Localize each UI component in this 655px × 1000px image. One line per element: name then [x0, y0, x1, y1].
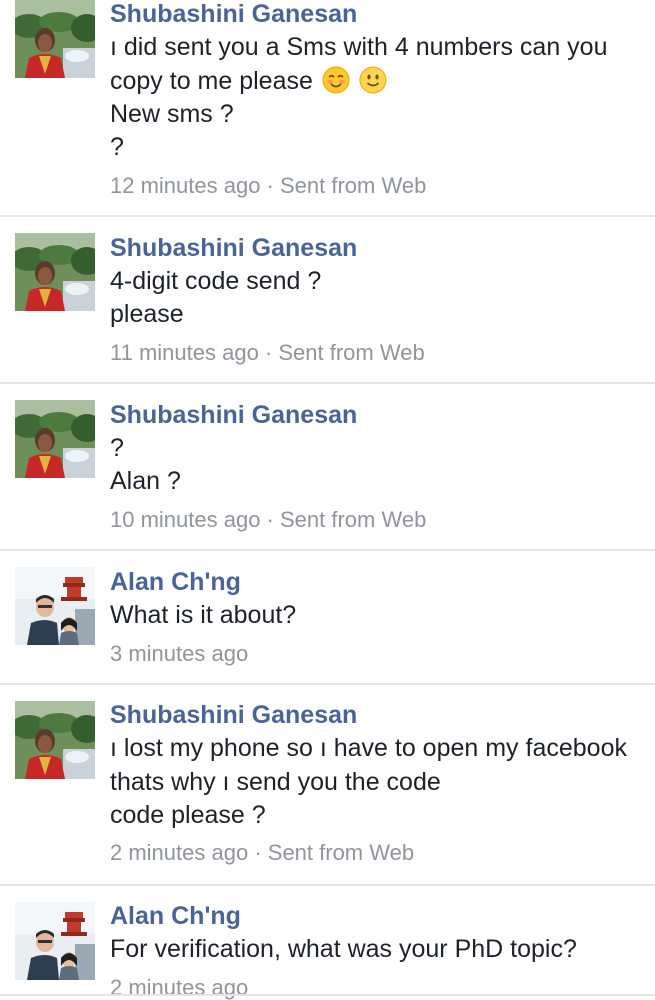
- sender-name[interactable]: Shubashini Ganesan: [110, 700, 357, 730]
- message-meta: 11 minutes ago · Sent from Web: [110, 339, 425, 367]
- sender-name[interactable]: Alan Ch'ng: [110, 567, 241, 597]
- timestamp[interactable]: 2 minutes ago: [110, 975, 248, 1000]
- timestamp[interactable]: 10 minutes ago: [110, 507, 260, 532]
- message-item: Shubashini Ganesan ı did sent you a Sms …: [0, 0, 655, 216]
- message-item: Alan Ch'ng What is it about? 3 minutes a…: [0, 551, 655, 684]
- sent-via: Sent from Web: [280, 507, 427, 532]
- sender-name[interactable]: Shubashini Ganesan: [110, 0, 357, 29]
- message-line: 4-digit code send ?: [110, 267, 322, 295]
- message-line: thats why ı send you the code: [110, 768, 441, 796]
- message-line: ?: [110, 133, 124, 161]
- timestamp[interactable]: 3 minutes ago: [110, 641, 248, 666]
- meta-separator: ·: [260, 173, 280, 198]
- message-item: Shubashini Ganesan ı lost my phone so ı …: [0, 685, 655, 885]
- avatar[interactable]: [15, 400, 95, 478]
- smiling-blush-emoji: [322, 66, 350, 94]
- message-meta: 3 minutes ago: [110, 640, 248, 668]
- avatar[interactable]: [15, 567, 95, 645]
- message-line: For verification, what was your PhD topi…: [110, 935, 577, 963]
- message-line: New sms ?: [110, 100, 234, 128]
- sender-name[interactable]: Shubashini Ganesan: [110, 400, 357, 430]
- message-meta: 2 minutes ago · Sent from Web: [110, 839, 414, 867]
- message-meta: 12 minutes ago · Sent from Web: [110, 172, 426, 200]
- avatar[interactable]: [15, 902, 95, 980]
- sent-via: Sent from Web: [278, 340, 425, 365]
- message-meta: 2 minutes ago: [110, 974, 248, 1000]
- message-item: Alan Ch'ng For verification, what was yo…: [0, 886, 655, 1000]
- sent-via: Sent from Web: [267, 840, 415, 865]
- meta-separator: ·: [258, 340, 279, 365]
- meta-separator: ·: [248, 840, 268, 865]
- slight-smile-emoji: [359, 66, 387, 94]
- message-meta: 10 minutes ago · Sent from Web: [110, 506, 426, 534]
- message-line: ?: [110, 434, 124, 462]
- message-line: ı lost my phone so ı have to open my fac…: [110, 734, 627, 762]
- avatar[interactable]: [15, 233, 95, 311]
- avatar[interactable]: [15, 701, 95, 779]
- sent-via: Sent from Web: [280, 173, 427, 198]
- meta-separator: ·: [260, 507, 280, 532]
- sender-name[interactable]: Shubashini Ganesan: [110, 233, 357, 263]
- avatar[interactable]: [15, 0, 95, 78]
- message-line: Alan ?: [110, 467, 181, 495]
- message-line: code please ?: [110, 801, 266, 829]
- message-thread: Shubashini Ganesan ı did sent you a Sms …: [0, 0, 655, 1000]
- timestamp[interactable]: 2 minutes ago: [110, 840, 248, 865]
- sender-name[interactable]: Alan Ch'ng: [110, 901, 241, 931]
- message-divider: [0, 994, 655, 996]
- timestamp[interactable]: 11 minutes ago: [110, 340, 259, 365]
- timestamp[interactable]: 12 minutes ago: [110, 173, 260, 198]
- message-item: Shubashini Ganesan ? Alan ? 10 minutes a…: [0, 384, 655, 550]
- message-line: please: [110, 300, 184, 328]
- message-line: What is it about?: [110, 601, 297, 629]
- message-item: Shubashini Ganesan 4-digit code send ? p…: [0, 217, 655, 383]
- message-line: ı did sent you a Sms with 4 numbers can …: [110, 33, 608, 61]
- message-line: copy to me please: [110, 66, 387, 96]
